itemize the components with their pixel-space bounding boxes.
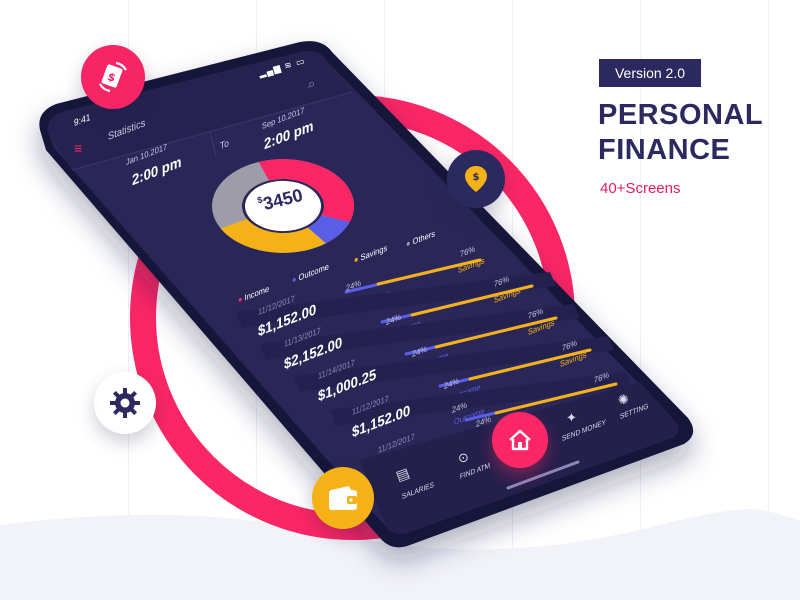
- gear-icon: [110, 388, 140, 418]
- promo-title: PERSONAL FINANCE: [598, 98, 763, 168]
- atm-pin-icon[interactable]: ⊙: [458, 450, 469, 466]
- home-button[interactable]: [492, 412, 548, 468]
- promo-subtitle: 40+Screens: [600, 180, 681, 197]
- svg-text:$: $: [473, 172, 480, 183]
- wallet-icon: [329, 486, 357, 510]
- promo-title-line-1: PERSONAL: [598, 99, 764, 131]
- menu-icon[interactable]: ≡: [74, 140, 82, 156]
- money-exchange-badge: $: [81, 45, 145, 109]
- status-icons: ▂▄▆ ≋ ▭: [257, 55, 307, 79]
- status-time: 9:41: [73, 111, 91, 129]
- promo-title-line-2: FINANCE: [598, 134, 731, 166]
- money-exchange-icon: $: [99, 61, 127, 93]
- location-pin-icon: $: [465, 166, 487, 192]
- gear-badge: [94, 372, 156, 434]
- page-title: Statistics: [107, 117, 146, 144]
- search-icon[interactable]: ⌕: [308, 76, 315, 92]
- salaries-icon[interactable]: ▤: [393, 464, 411, 485]
- version-badge: Version 2.0: [599, 59, 701, 87]
- legend-others: ● Others: [405, 228, 436, 250]
- send-money-icon[interactable]: ✦: [566, 410, 577, 426]
- to-label: To: [219, 137, 229, 152]
- wallet-badge: [312, 467, 374, 529]
- setting-icon[interactable]: ✺: [618, 392, 629, 408]
- location-badge: $: [447, 150, 505, 208]
- nav-salaries[interactable]: SALARIES: [402, 482, 434, 502]
- home-icon: [509, 429, 531, 451]
